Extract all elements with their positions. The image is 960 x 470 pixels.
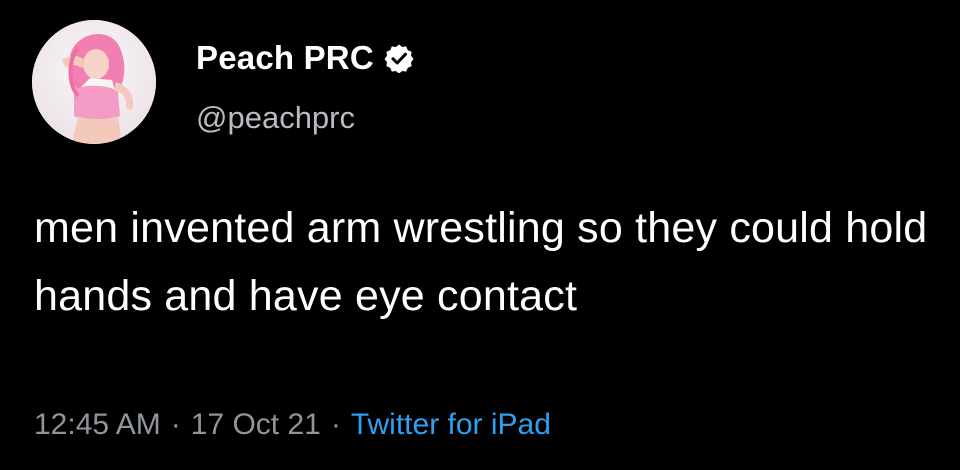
user-handle[interactable]: @peachprc (196, 100, 414, 136)
meta-separator: · (330, 408, 341, 441)
tweet-date[interactable]: 17 Oct 21 (191, 408, 321, 442)
tweet-card: Peach PRC @peachprc men invented arm wre… (0, 0, 960, 470)
name-row: Peach PRC (196, 38, 414, 78)
tweet-source-link[interactable]: Twitter for iPad (351, 408, 551, 442)
display-name[interactable]: Peach PRC (196, 39, 374, 77)
meta-separator: · (170, 408, 181, 441)
profile-photo-icon (32, 20, 156, 144)
verified-badge-icon (384, 43, 414, 74)
tweet-time[interactable]: 12:45 AM (34, 408, 161, 442)
avatar[interactable] (32, 20, 156, 144)
tweet-text: men invented arm wrestling so they could… (34, 204, 928, 320)
author-info: Peach PRC @peachprc (196, 38, 414, 136)
tweet-meta: 12:45 AM · 17 Oct 21 · Twitter for iPad (34, 408, 551, 442)
